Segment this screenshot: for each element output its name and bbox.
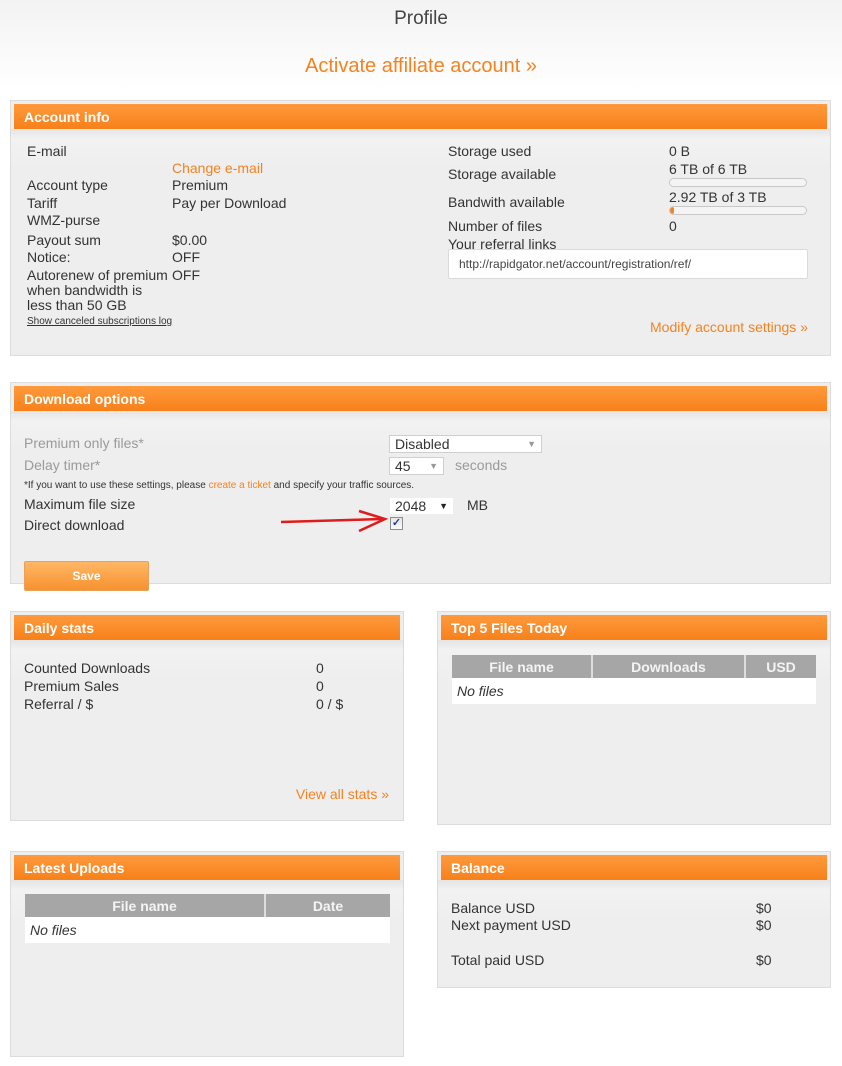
bandwidth-progress-bar xyxy=(669,206,807,215)
storage-used-value: 0 B xyxy=(669,143,691,159)
red-arrow-annotation-icon xyxy=(280,509,389,533)
delay-timer-label: Delay timer* xyxy=(24,457,101,473)
stat-value: 0 / $ xyxy=(316,696,344,712)
balance-header: Balance xyxy=(441,855,827,880)
max-file-size-select[interactable]: 2048 ▼ xyxy=(389,497,454,515)
view-all-stats-link[interactable]: View all stats » xyxy=(296,786,389,802)
chevron-down-icon: ▼ xyxy=(527,439,536,449)
change-email-link[interactable]: Change e-mail xyxy=(172,160,263,176)
save-button[interactable]: Save xyxy=(24,561,149,591)
delay-unit-label: seconds xyxy=(455,457,508,473)
top-files-table: File name Downloads USD No files xyxy=(452,655,816,704)
stat-label: Referral / $ xyxy=(24,696,94,712)
notice-value: OFF xyxy=(172,249,200,265)
column-header[interactable]: File name xyxy=(25,894,266,917)
storage-used-label: Storage used xyxy=(448,143,532,159)
premium-only-select[interactable]: Disabled ▼ xyxy=(389,435,542,453)
empty-message: No files xyxy=(457,683,504,699)
balance-value: $0 xyxy=(756,917,772,933)
empty-message: No files xyxy=(30,922,77,938)
create-ticket-link[interactable]: create a ticket xyxy=(209,480,271,491)
daily-stats-header: Daily stats xyxy=(14,615,400,640)
direct-download-checkbox[interactable]: ✓ xyxy=(390,517,403,530)
balance-panel: Balance Balance USD $0 Next payment USD … xyxy=(437,851,831,988)
premium-only-value: Disabled xyxy=(395,436,450,452)
column-header[interactable]: Date xyxy=(265,894,390,917)
autorenew-label-line3: less than 50 GB xyxy=(27,297,127,313)
account-info-header: Account info xyxy=(14,104,827,129)
checkmark-icon: ✓ xyxy=(391,517,402,529)
column-header[interactable]: Downloads xyxy=(592,655,746,678)
column-header[interactable]: File name xyxy=(452,655,593,678)
table-header-row: File name Downloads USD xyxy=(452,655,816,678)
download-options-header: Download options xyxy=(14,386,827,411)
page-title: Profile xyxy=(394,8,448,29)
stat-value: 0 xyxy=(316,660,324,676)
account-type-label: Account type xyxy=(27,177,108,193)
storage-available-value: 6 TB of 6 TB xyxy=(669,161,748,177)
latest-uploads-table: File name Date No files xyxy=(25,894,390,943)
tariff-value: Pay per Download xyxy=(172,195,287,211)
settings-note: *If you want to use these settings, plea… xyxy=(24,480,414,491)
table-row: No files xyxy=(25,917,390,943)
wmz-purse-label: WMZ-purse xyxy=(27,212,101,228)
direct-download-label: Direct download xyxy=(24,517,125,533)
storage-progress-bar xyxy=(669,178,807,187)
tariff-label: Tariff xyxy=(27,195,58,211)
delay-timer-select[interactable]: 45 ▼ xyxy=(389,457,444,475)
max-file-size-unit: MB xyxy=(467,497,488,513)
bandwidth-available-label: Bandwith available xyxy=(448,194,565,210)
activate-affiliate-link[interactable]: Activate affiliate account » xyxy=(0,55,842,78)
referral-link-input[interactable] xyxy=(448,249,808,279)
delay-timer-value: 45 xyxy=(395,458,411,474)
note-prefix: *If you want to use these settings, plea… xyxy=(24,480,209,491)
autorenew-label-line2: when bandwidth is xyxy=(27,282,143,298)
daily-stats-panel: Daily stats Counted Downloads 0 Premium … xyxy=(10,611,404,821)
stat-value: 0 xyxy=(316,678,324,694)
top-files-header: Top 5 Files Today xyxy=(441,615,827,640)
balance-label: Total paid USD xyxy=(451,952,545,968)
table-header-row: File name Date xyxy=(25,894,390,917)
latest-uploads-panel: Latest Uploads File name Date No files xyxy=(10,851,404,1057)
balance-label: Balance USD xyxy=(451,900,536,916)
number-of-files-label: Number of files xyxy=(448,218,543,234)
note-suffix: and specify your traffic sources. xyxy=(270,480,415,491)
column-header[interactable]: USD xyxy=(745,655,816,678)
chevron-down-icon: ▼ xyxy=(439,501,448,511)
balance-value: $0 xyxy=(756,952,772,968)
balance-value: $0 xyxy=(756,900,772,916)
table-row: No files xyxy=(452,678,816,704)
autorenew-value: OFF xyxy=(172,267,200,283)
download-options-panel: Download options Premium only files* Dis… xyxy=(10,382,831,591)
number-of-files-value: 0 xyxy=(669,218,677,234)
max-file-size-label: Maximum file size xyxy=(24,496,136,512)
payout-sum-label: Payout sum xyxy=(27,232,101,248)
bandwidth-progress-fill xyxy=(670,207,674,214)
balance-label: Next payment USD xyxy=(451,917,571,933)
premium-only-label: Premium only files* xyxy=(24,435,144,451)
payout-sum-value: $0.00 xyxy=(172,232,208,248)
notice-label: Notice: xyxy=(27,249,71,265)
bandwidth-available-value: 2.92 TB of 3 TB xyxy=(669,189,767,205)
email-label: E-mail xyxy=(27,143,67,159)
account-type-value: Premium xyxy=(172,177,229,193)
stat-label: Premium Sales xyxy=(24,678,119,694)
max-file-size-value: 2048 xyxy=(395,498,427,514)
show-canceled-subscriptions-link[interactable]: Show canceled subscriptions log xyxy=(27,316,172,327)
modify-account-settings-link[interactable]: Modify account settings » xyxy=(650,319,808,335)
account-info-panel: Account info E-mail Change e-mail Accoun… xyxy=(10,100,831,356)
stat-label: Counted Downloads xyxy=(24,660,151,676)
top-files-panel: Top 5 Files Today File name Downloads US… xyxy=(437,611,831,825)
chevron-down-icon: ▼ xyxy=(429,461,438,471)
latest-uploads-header: Latest Uploads xyxy=(14,855,400,880)
autorenew-label-line1: Autorenew of premium xyxy=(27,267,168,283)
storage-available-label: Storage available xyxy=(448,166,557,182)
